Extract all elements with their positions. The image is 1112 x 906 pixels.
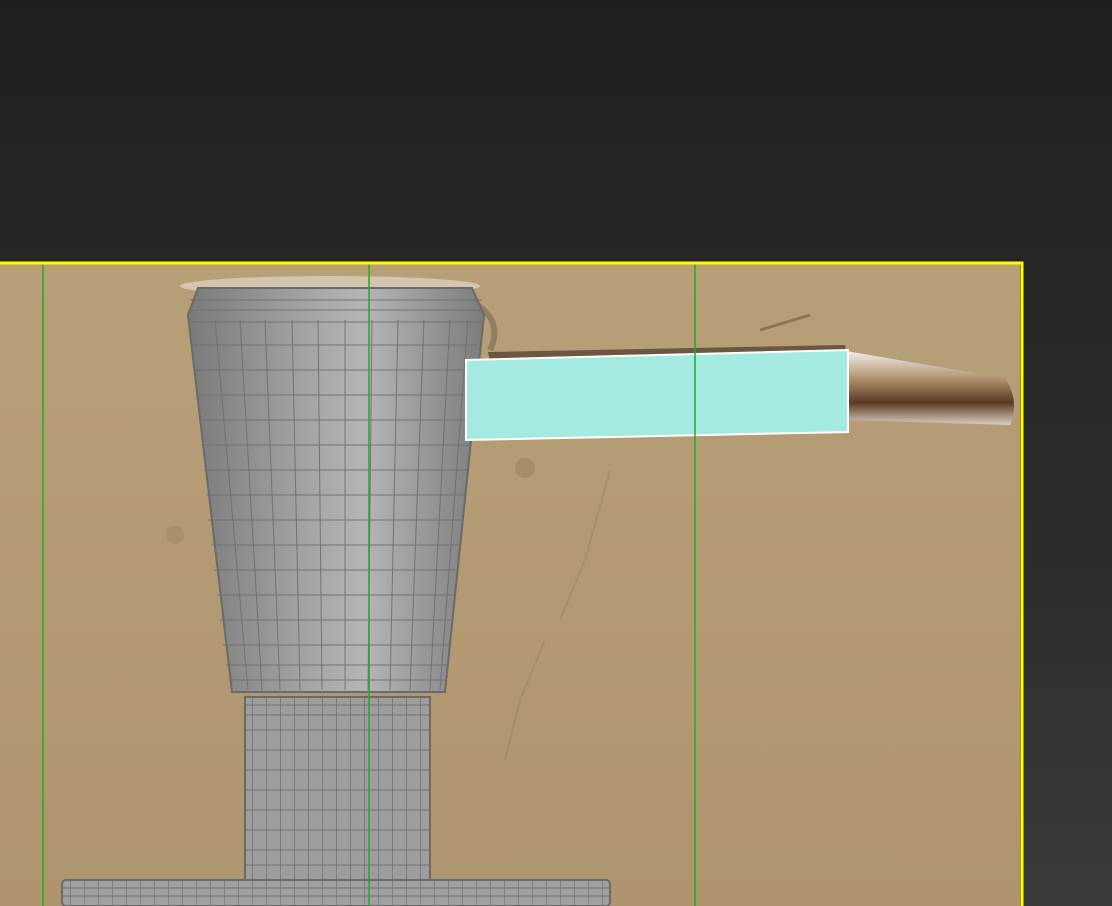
selected-spout-polygon[interactable] [465, 348, 849, 442]
dispenser-cup-mesh[interactable] [186, 287, 486, 693]
dispenser-base-mesh[interactable] [61, 879, 611, 906]
3d-viewport[interactable] [0, 0, 1112, 906]
dispenser-neck-mesh[interactable] [244, 696, 431, 881]
